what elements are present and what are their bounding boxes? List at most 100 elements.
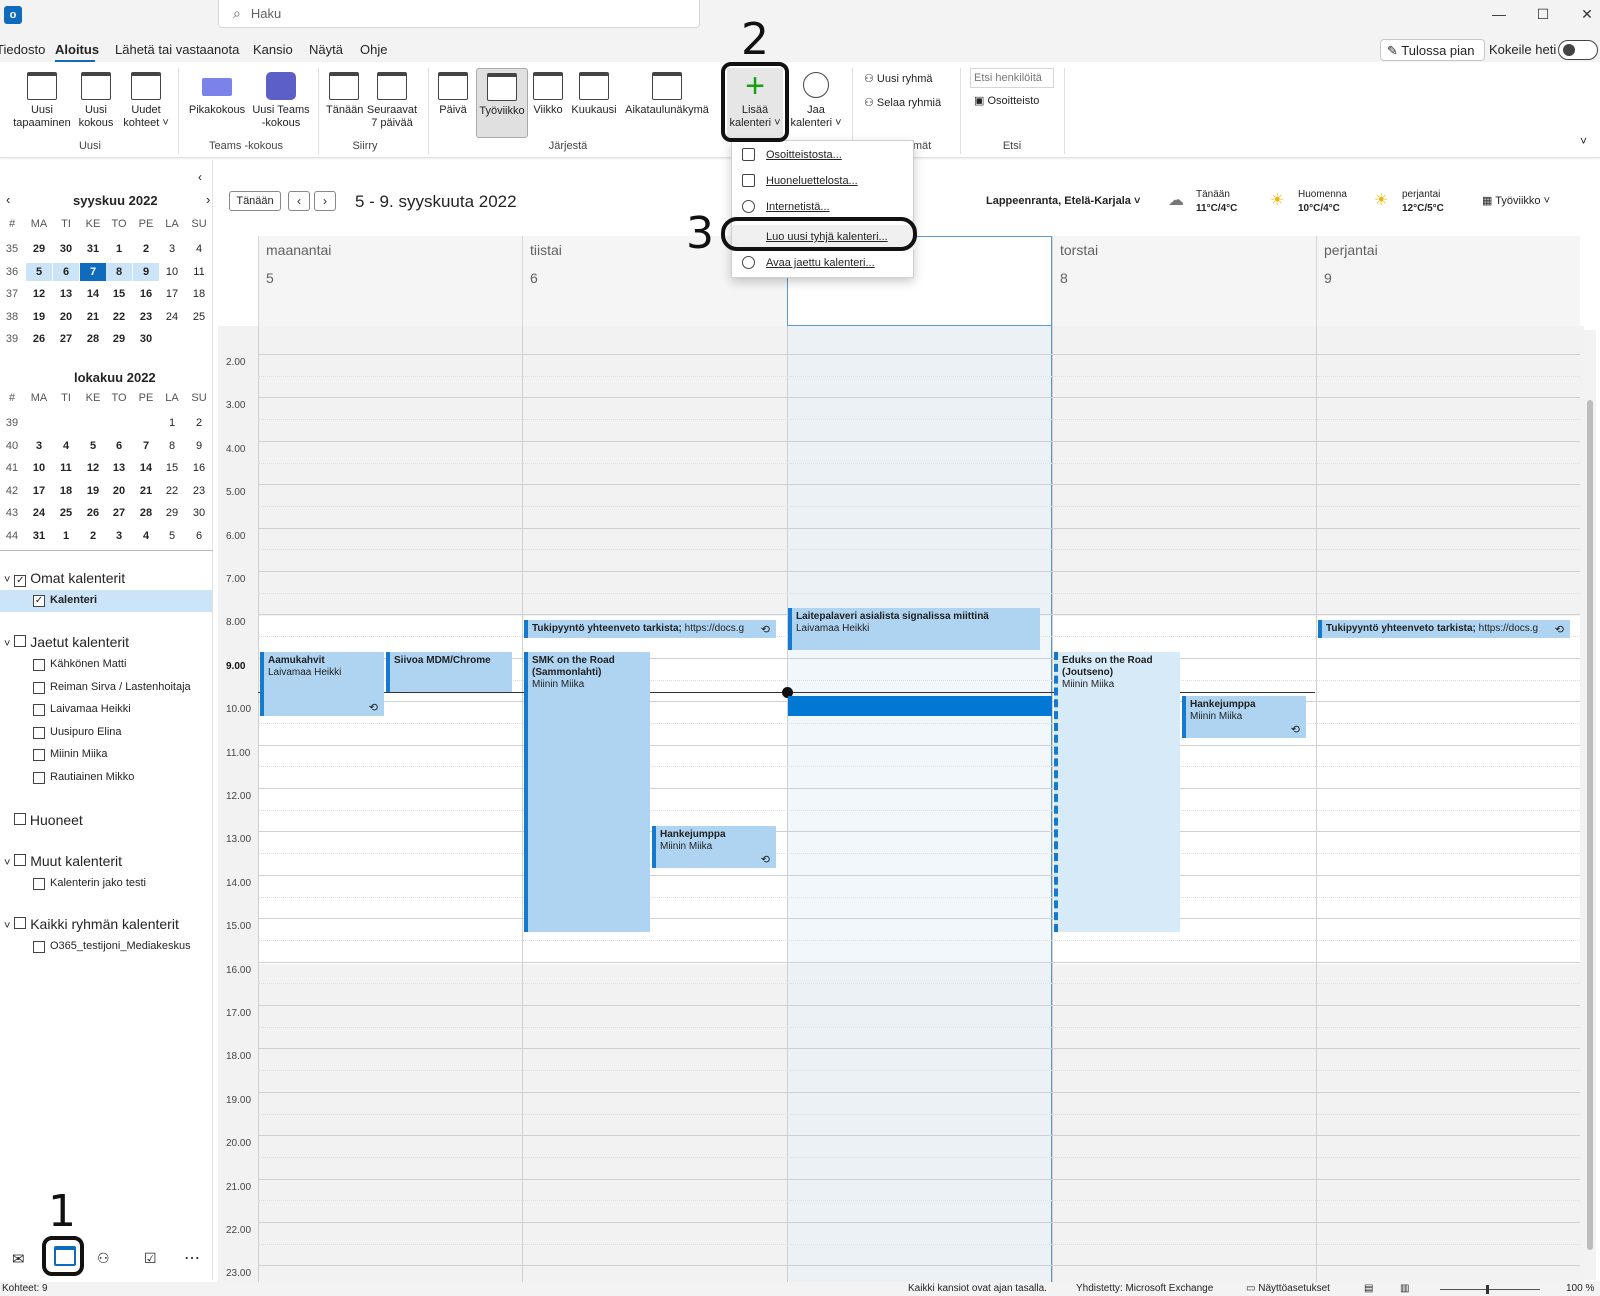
- menu-file[interactable]: Tiedosto: [0, 42, 45, 57]
- event-tukipyynto-tue[interactable]: Tukipyyntö yhteenveto tarkista; https://…: [524, 620, 776, 638]
- selected-time-slot[interactable]: [788, 696, 1052, 716]
- menu-send-receive[interactable]: Lähetä tai vastaanota: [115, 42, 239, 57]
- day-cell[interactable]: 8: [159, 437, 185, 455]
- day-cell[interactable]: 1: [106, 240, 132, 258]
- search-people-input[interactable]: Etsi henkilöitä: [970, 68, 1054, 88]
- calendar-item-kalenteri[interactable]: [0, 590, 212, 612]
- day-column[interactable]: [1052, 326, 1053, 1286]
- shared-calendar-checkbox[interactable]: [33, 704, 45, 717]
- day-cell[interactable]: 10: [159, 263, 185, 281]
- day-cell[interactable]: 7: [80, 262, 106, 281]
- event-tukipyynto-fri[interactable]: Tukipyyntö yhteenveto tarkista; https://…: [1318, 620, 1570, 638]
- day-cell[interactable]: 23: [133, 308, 159, 326]
- day-cell[interactable]: 19: [26, 308, 52, 326]
- day-column[interactable]: [522, 326, 523, 1286]
- shared-calendar-checkbox[interactable]: [33, 726, 45, 739]
- day-cell[interactable]: 15: [159, 459, 185, 477]
- today-button[interactable]: Tänään: [229, 191, 281, 211]
- day-cell[interactable]: 13: [53, 285, 79, 303]
- day-cell[interactable]: 4: [53, 437, 79, 455]
- day-cell[interactable]: 31: [26, 527, 52, 545]
- new-appointment-button[interactable]: Uusi tapaaminen: [10, 72, 74, 130]
- day-view-button[interactable]: Päivä: [436, 72, 470, 117]
- quick-meeting-button[interactable]: Pikakokous: [188, 72, 246, 117]
- prev-month-icon[interactable]: ‹: [6, 192, 10, 207]
- event-hankejumppa-thu[interactable]: Hankejumppa Miinin Miika ⟲: [1182, 696, 1306, 738]
- own-calendars-header[interactable]: ˅ ✓ Omat kalenterit: [4, 570, 125, 587]
- day-cell[interactable]: 2: [133, 240, 159, 258]
- day-cell[interactable]: 20: [53, 308, 79, 326]
- day-cell[interactable]: [26, 414, 52, 432]
- day-cell[interactable]: 13: [106, 459, 132, 477]
- day-cell[interactable]: 5: [80, 437, 106, 455]
- menu-help[interactable]: Ohje: [360, 42, 387, 57]
- day-cell[interactable]: 4: [133, 527, 159, 545]
- event-laitepalaveri[interactable]: Laitepalaveri asialista signalissa miitt…: [788, 608, 1040, 650]
- dropdown-from-room-list[interactable]: Huoneluettelosta...: [732, 169, 915, 193]
- day-cell[interactable]: 19: [80, 482, 106, 500]
- day-cell[interactable]: 29: [106, 330, 132, 348]
- day-cell[interactable]: 22: [106, 308, 132, 326]
- day-cell[interactable]: 6: [186, 527, 212, 545]
- day-cell[interactable]: 12: [80, 459, 106, 477]
- day-header[interactable]: torstai 8: [1052, 236, 1316, 326]
- day-cell[interactable]: 2: [80, 527, 106, 545]
- day-cell[interactable]: [186, 330, 212, 348]
- day-cell[interactable]: 21: [80, 308, 106, 326]
- shared-calendars-checkbox[interactable]: [14, 635, 27, 647]
- new-group-button[interactable]: ⚇ Uusi ryhmä: [864, 72, 933, 85]
- day-cell[interactable]: 9: [133, 262, 159, 281]
- day-cell[interactable]: 29: [26, 240, 52, 258]
- day-header[interactable]: maanantai 5: [258, 236, 522, 326]
- day-cell[interactable]: 6: [53, 262, 79, 281]
- shared-calendar-checkbox[interactable]: [33, 772, 45, 784]
- tasks-icon[interactable]: ☑: [144, 1250, 157, 1267]
- day-cell[interactable]: 3: [159, 240, 185, 258]
- today-ribbon-button[interactable]: Tänään: [326, 72, 363, 117]
- day-cell[interactable]: 23: [186, 482, 212, 500]
- day-cell[interactable]: 12: [26, 285, 52, 303]
- day-cell[interactable]: 26: [26, 330, 52, 348]
- share-calendar-button[interactable]: Jaa kalenteri ˅: [788, 72, 844, 130]
- day-cell[interactable]: 29: [159, 504, 185, 522]
- ribbon-collapse-icon[interactable]: ˅: [1580, 134, 1587, 148]
- day-cell[interactable]: 17: [26, 482, 52, 500]
- browse-groups-button[interactable]: ⚇ Selaa ryhmiä: [864, 96, 941, 109]
- day-column[interactable]: [1316, 326, 1317, 1286]
- day-cell[interactable]: 6: [106, 437, 132, 455]
- new-teams-meeting-button[interactable]: Uusi Teams -kokous: [250, 72, 312, 130]
- prev-week-button[interactable]: ‹: [288, 191, 310, 211]
- day-cell[interactable]: 7: [133, 437, 159, 455]
- event-hankejumppa-tue[interactable]: Hankejumppa Miinin Miika ⟲: [652, 826, 776, 868]
- more-icon[interactable]: ⋯: [184, 1248, 200, 1268]
- day-cell[interactable]: 24: [159, 308, 185, 326]
- day-cell[interactable]: 28: [80, 330, 106, 348]
- day-cell[interactable]: [159, 330, 185, 348]
- event-smk-road[interactable]: SMK on the Road (Sammonlahti) Miinin Miik…: [524, 652, 650, 932]
- view-select[interactable]: ▦ Työviikko ˅: [1482, 194, 1550, 207]
- group-calendar-checkbox[interactable]: [33, 941, 45, 953]
- display-settings-button[interactable]: ▭ Näyttöasetukset: [1246, 1283, 1330, 1294]
- menu-home[interactable]: Aloitus: [55, 42, 99, 57]
- collapse-pane-icon[interactable]: ‹: [198, 170, 202, 184]
- day-cell[interactable]: 30: [186, 504, 212, 522]
- shared-calendars-header[interactable]: ˅ Jaetut kalenterit: [4, 634, 129, 650]
- day-cell[interactable]: 11: [186, 263, 212, 281]
- shared-calendar-checkbox[interactable]: [33, 749, 45, 762]
- day-cell[interactable]: 31: [80, 240, 106, 258]
- day-cell[interactable]: 25: [53, 504, 79, 522]
- vertical-scrollbar[interactable]: [1584, 330, 1596, 1280]
- day-cell[interactable]: 3: [106, 527, 132, 545]
- day-cell[interactable]: 21: [133, 482, 159, 500]
- day-cell[interactable]: 14: [133, 459, 159, 477]
- try-now-toggle[interactable]: [1558, 40, 1598, 60]
- shared-calendar-checkbox[interactable]: [33, 681, 45, 694]
- mail-icon[interactable]: ✉: [12, 1250, 25, 1268]
- day-cell[interactable]: 17: [159, 285, 185, 303]
- menu-folder[interactable]: Kansio: [253, 42, 293, 57]
- own-calendars-checkbox[interactable]: ✓: [14, 575, 27, 587]
- day-cell[interactable]: 10: [26, 459, 52, 477]
- workweek-view-button[interactable]: Työviikko: [476, 68, 528, 138]
- minimize-icon[interactable]: —: [1490, 6, 1508, 24]
- event-aamukahvit[interactable]: Aamukahvit Laivamaa Heikki ⟲: [260, 652, 384, 716]
